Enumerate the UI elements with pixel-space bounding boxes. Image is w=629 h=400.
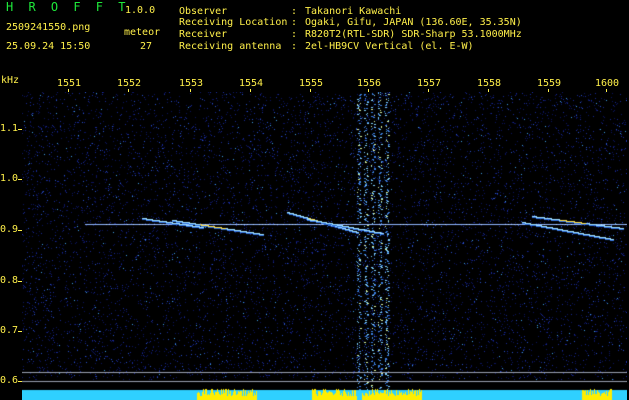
antenna-separator: : <box>291 41 298 52</box>
x-tick-label: 1558 <box>477 78 502 89</box>
observer-key: Observer <box>179 6 228 17</box>
receiver-value: R820T2(RTL-SDR) SDR-Sharp 53.1000MHz <box>305 29 522 40</box>
x-tick-label: 1551 <box>57 78 82 89</box>
meteor-count: 27 <box>140 41 153 52</box>
observer-separator: : <box>291 6 298 17</box>
receiver-key: Receiver <box>179 29 228 40</box>
antenna-key: Receiving antenna <box>179 41 282 52</box>
location-key: Receiving Location <box>179 17 288 28</box>
location-separator: : <box>291 17 298 28</box>
location-value: Ogaki, Gifu, JAPAN (136.60E, 35.35N) <box>305 17 522 28</box>
x-tick-label: 1552 <box>117 78 142 89</box>
x-tick-label: 1556 <box>357 78 382 89</box>
x-tick-label: 1559 <box>537 78 562 89</box>
x-tick-label: 1600 <box>595 78 620 89</box>
receiver-separator: : <box>291 29 298 40</box>
x-tick-label: 1553 <box>179 78 204 89</box>
hrofft-window: H R O F F T 1.0.0 2509241550.png 25.09.2… <box>0 0 629 400</box>
x-tick-label: 1555 <box>299 78 324 89</box>
x-tick-label: 1554 <box>239 78 264 89</box>
app-version: 1.0.0 <box>125 5 156 16</box>
app-title: H R O F F T <box>6 0 130 14</box>
time-axis: 1551 1552 1553 1554 1555 1556 1557 1558 1559 1600 <box>0 78 629 92</box>
frequency-axis: 1.1 1.0 0.9 0.8 0.7 0.6 <box>0 72 22 400</box>
spectrogram-plot <box>22 92 627 400</box>
capture-datetime: 25.09.24 15:50 <box>6 41 91 52</box>
meteor-label: meteor <box>124 27 161 38</box>
antenna-value: 2el-HB9CV Vertical (el. E-W) <box>305 41 474 52</box>
capture-filename: 2509241550.png <box>6 22 91 33</box>
observer-value: Takanori Kawachi <box>305 6 402 17</box>
x-tick-label: 1557 <box>417 78 442 89</box>
